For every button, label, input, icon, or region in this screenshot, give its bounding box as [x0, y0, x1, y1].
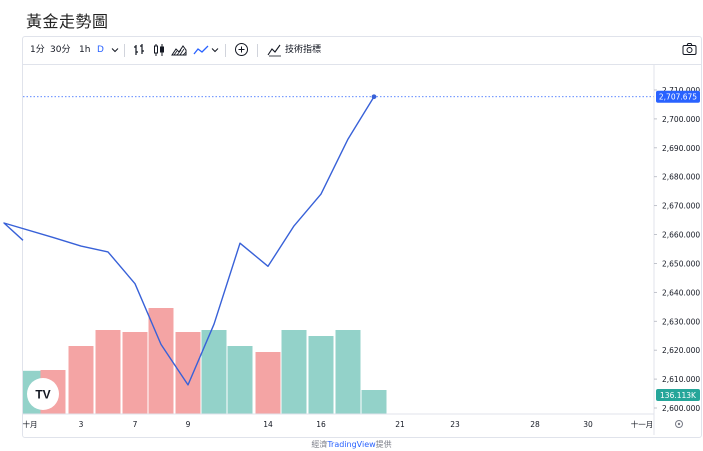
volume-bar — [255, 352, 281, 414]
y-tick-label: 2,700.000 — [662, 115, 700, 124]
price-axis[interactable]: 2,600.000 2,610.000 2,620.000 2,630.000 2,64… — [653, 64, 700, 435]
y-tick-label: 2,650.000 — [662, 259, 700, 268]
price-chart[interactable]: 2,600.000 2,610.000 2,620.000 2,630.000 2,64… — [0, 0, 703, 451]
x-tick-label: 3 — [79, 420, 84, 429]
attribution: 經濟TradingView提供 — [0, 439, 703, 450]
x-tick-label: 9 — [186, 420, 191, 429]
volume-bar — [361, 390, 387, 414]
volume-bar — [122, 332, 148, 414]
y-tick-label: 2,620.000 — [662, 346, 700, 355]
y-tick-label: 2,600.000 — [662, 404, 700, 413]
x-tick-label: 16 — [316, 420, 326, 429]
settings-gear-icon[interactable] — [675, 420, 683, 428]
y-tick-label: 2,690.000 — [662, 144, 700, 153]
watermark-logo: TV — [35, 388, 50, 402]
y-tick-label: 2,640.000 — [662, 288, 700, 297]
last-price-label: 2,707.675 — [659, 93, 697, 102]
y-tick-label: 2,660.000 — [662, 231, 700, 240]
volume-bar — [95, 330, 121, 414]
tradingview-watermark[interactable]: TV — [27, 378, 59, 410]
y-tick-label: 2,610.000 — [662, 375, 700, 384]
x-tick-label: 28 — [530, 420, 540, 429]
x-tick-label: 30 — [583, 420, 593, 429]
volume-bar — [201, 330, 227, 414]
x-tick-label: 23 — [450, 420, 460, 429]
volume-bar — [227, 346, 253, 414]
y-tick-label: 2,670.000 — [662, 202, 700, 211]
x-tick-label: 7 — [133, 420, 138, 429]
x-tick-label: 14 — [263, 420, 273, 429]
y-tick-label: 2,680.000 — [662, 173, 700, 182]
last-price-point — [371, 94, 377, 100]
volume-bar — [308, 336, 334, 414]
x-tick-label: 21 — [395, 420, 405, 429]
volume-bar — [68, 346, 94, 414]
tradingview-link[interactable]: TradingView — [327, 440, 375, 449]
y-tick-label: 2,630.000 — [662, 317, 700, 326]
volume-bar — [335, 330, 361, 414]
volume-bars — [23, 308, 387, 414]
x-tick-label: 十月 — [23, 419, 38, 429]
attribution-prefix: 經濟 — [311, 440, 328, 449]
x-tick-label: 十一月 — [631, 419, 654, 429]
volume-bar — [281, 330, 307, 414]
volume-label: 136.113K — [660, 391, 697, 400]
time-axis[interactable]: 十月 3 7 9 14 16 21 23 28 30 十一月 — [23, 413, 655, 429]
attribution-suffix: 提供 — [375, 440, 392, 449]
